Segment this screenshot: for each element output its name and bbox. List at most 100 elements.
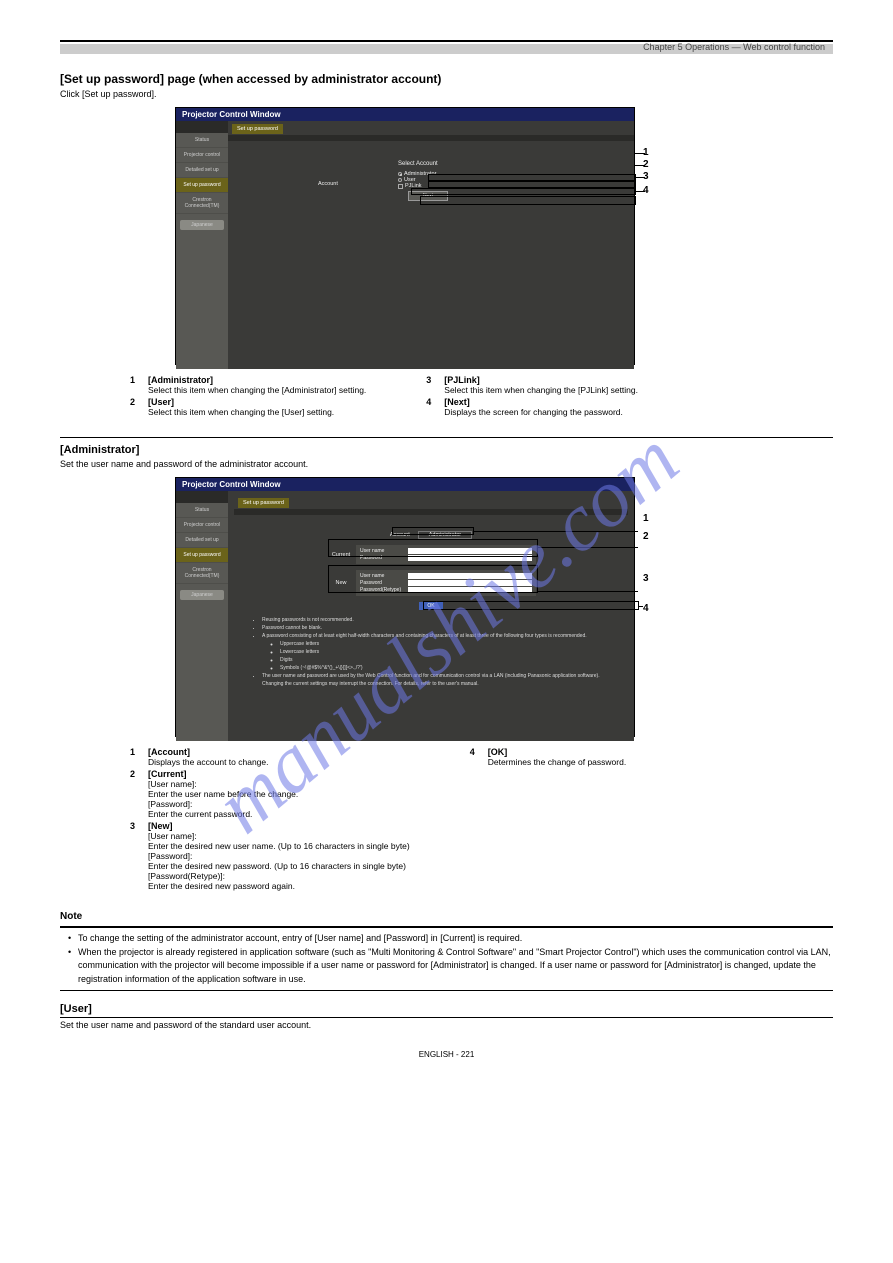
section-divider [60, 437, 833, 438]
lead-1 [635, 153, 645, 154]
page-number: ENGLISH - 221 [60, 1050, 833, 1059]
sidebar: Status Projector control Detailed set up… [176, 121, 228, 369]
desc-sub: Enter the desired new user name. (Up to … [148, 841, 410, 851]
screenshot-1: Projector Control Window Status Projecto… [175, 107, 635, 365]
note-heading: Note [60, 911, 833, 922]
select-account-label: Select Account [398, 161, 614, 167]
note-item: The user name and password are used by t… [262, 672, 616, 680]
page-tab-button[interactable]: Set up password [232, 124, 283, 134]
callout-desc-1: 1[Administrator]Select this item when ch… [130, 375, 833, 419]
note-line: When the projector is already registered… [68, 946, 833, 987]
callout2-box-4 [423, 601, 639, 610]
desc-sub: Determines the change of password. [488, 757, 626, 767]
desc-num: 3 [426, 375, 440, 395]
note-item: Password cannot be blank. [262, 624, 616, 632]
screenshot-2-block: Projector Control Window Status Projecto… [60, 477, 833, 737]
desc-num: 3 [130, 821, 144, 891]
desc-title: [Account] [148, 747, 190, 757]
desc-num: 1 [130, 375, 144, 395]
desc-title: [OK] [488, 747, 508, 757]
sidebar-item-status[interactable]: Status [176, 503, 228, 518]
section-title: [Set up password] page (when accessed by… [60, 72, 833, 86]
note-item: Reusing passwords is not recommended. [262, 616, 616, 624]
lead2-3 [538, 591, 638, 592]
page-tab-button-2[interactable]: Set up password [238, 498, 289, 508]
sidebar-item-detailed-setup[interactable]: Detailed set up [176, 163, 228, 178]
desc-sub: [User name]: [148, 779, 298, 789]
callout2-3: 3 [643, 573, 649, 584]
screenshot-main-2: Set up password Account Administrator Cu… [228, 491, 634, 741]
desc-num: 4 [470, 747, 484, 767]
callout2-2: 2 [643, 531, 649, 542]
desc-title: [Administrator] [148, 375, 213, 385]
desc-sub: [Password(Retype)]: [148, 871, 410, 881]
desc-num: 4 [426, 397, 440, 417]
callout-desc-2: 1 [Account]Displays the account to change… [130, 747, 833, 893]
page: [Set up password] page (when accessed by… [0, 0, 893, 1079]
desc-title: [PJLink] [444, 375, 480, 385]
sidebar-item-crestron[interactable]: Crestron Connected(TM) [176, 193, 228, 214]
desc-sub: Select this item when changing the [User… [148, 407, 334, 417]
desc-sub: Select this item when changing the [Admi… [148, 385, 366, 395]
note-line: To change the setting of the administrat… [68, 932, 833, 946]
lead-2 [635, 165, 645, 166]
screenshot-2: Projector Control Window Status Projecto… [175, 477, 635, 737]
sidebar-item-projector-control[interactable]: Projector control [176, 518, 228, 533]
sidebar-item-detailed-setup[interactable]: Detailed set up [176, 533, 228, 548]
desc-sub: [Password]: [148, 799, 298, 809]
sidebar-item-crestron[interactable]: Crestron Connected(TM) [176, 563, 228, 584]
account-label: Account [318, 181, 338, 187]
lead-3 [635, 177, 645, 178]
sidebar-japanese-button[interactable]: Japanese [180, 590, 224, 600]
admin-body: Set the user name and password of the ad… [60, 459, 833, 469]
note-box: To change the setting of the administrat… [60, 926, 833, 991]
desc-title: [Current] [148, 769, 187, 779]
section-body: Click [Set up password]. [60, 89, 833, 99]
sidebar-japanese-button[interactable]: Japanese [180, 220, 224, 230]
note-sub: Uppercase letters [280, 640, 616, 648]
desc-sub: Displays the account to change. [148, 757, 269, 767]
callout-box-3 [411, 188, 636, 195]
desc-title: [New] [148, 821, 173, 831]
note-item: A password consisting of at least eight … [262, 632, 616, 640]
note-sub: Symbols (~!@#$%^&*()_+\|}{][<>.,/?') [280, 664, 616, 672]
desc-num: 2 [130, 397, 144, 417]
sidebar-item-status[interactable]: Status [176, 133, 228, 148]
window-title-2: Projector Control Window [176, 478, 634, 491]
desc-num: 2 [130, 769, 144, 819]
sidebar-item-projector-control[interactable]: Projector control [176, 148, 228, 163]
desc-sub: [User name]: [148, 831, 410, 841]
desc-num: 1 [130, 747, 144, 767]
user-body: Set the user name and password of the st… [60, 1020, 833, 1030]
callout2-box-1 [392, 527, 474, 535]
lead-4 [635, 191, 645, 192]
admin-heading: [Administrator] [60, 444, 833, 456]
callout-box-1 [428, 174, 636, 181]
callout-box-4 [420, 196, 636, 205]
screenshot-main: Set up password Select Account Account A… [228, 121, 634, 369]
callout2-1: 1 [643, 513, 649, 524]
desc-sub: Enter the desired new password. (Up to 1… [148, 861, 410, 871]
password-notes: Reusing passwords is not recommended. Pa… [252, 616, 616, 688]
sidebar-item-setup-password[interactable]: Set up password [176, 548, 228, 563]
callout2-4: 4 [643, 603, 649, 614]
desc-sub: Select this item when changing the [PJLi… [444, 385, 638, 395]
window-title: Projector Control Window [176, 108, 634, 121]
sidebar-2: Status Projector control Detailed set up… [176, 491, 228, 741]
desc-title: [Next] [444, 397, 470, 407]
screenshot-1-block: Projector Control Window Status Projecto… [60, 107, 833, 365]
note-sub: Digits [280, 656, 616, 664]
callout2-box-2 [328, 539, 538, 557]
desc-sub: Enter the desired new password again. [148, 881, 410, 891]
callout-box-2 [428, 181, 636, 188]
lead2-1 [474, 531, 638, 532]
lead2-2 [538, 547, 638, 548]
user-subhead: [User] [60, 1003, 833, 1018]
callout2-box-3 [328, 565, 538, 593]
desc-title: [User] [148, 397, 174, 407]
sidebar-item-setup-password[interactable]: Set up password [176, 178, 228, 193]
note-sub: Lowercase letters [280, 648, 616, 656]
desc-sub: Enter the user name before the change. [148, 789, 298, 799]
desc-sub: Displays the screen for changing the pas… [444, 407, 623, 417]
chapter-header [60, 44, 833, 54]
